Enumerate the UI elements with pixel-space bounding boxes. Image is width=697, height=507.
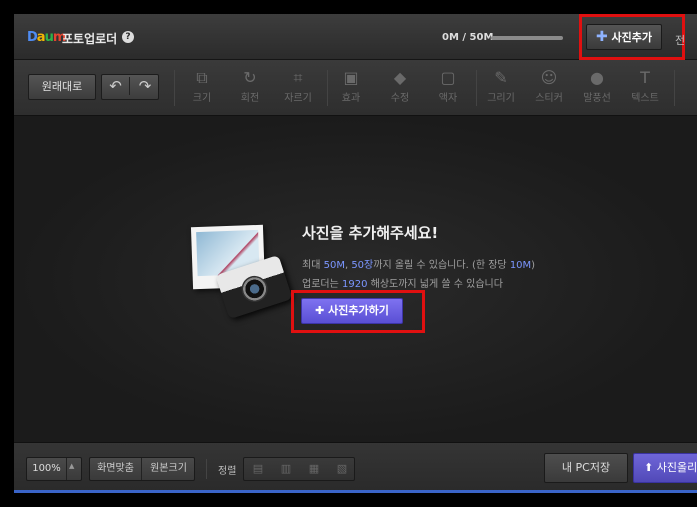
toolbar-divider xyxy=(476,70,477,106)
chevron-up-icon[interactable]: ▲ xyxy=(69,462,74,470)
save-to-pc-button[interactable]: 내 PC저장 xyxy=(544,453,628,483)
effect-icon: ▣ xyxy=(343,68,359,87)
tool-crop[interactable]: ⌗ 자르기 xyxy=(278,67,318,111)
toolbar-divider xyxy=(327,70,328,106)
tool-speech-bubble[interactable]: ● 말풍선 xyxy=(577,67,617,111)
resize-icon: ⧉ xyxy=(196,68,208,87)
zoom-value: 100% xyxy=(27,458,67,480)
align-label: 정렬 xyxy=(218,466,237,477)
help-icon[interactable]: ? xyxy=(122,31,134,43)
title-bar: Daum 포토업로더 ? 0M / 50M ✚ 사진추가 전 xyxy=(14,14,697,60)
align-grid-icon[interactable]: ▧ xyxy=(328,462,356,475)
tool-edit[interactable]: ◆ 수정 xyxy=(380,67,420,111)
highlight-box-main xyxy=(291,290,425,333)
text-icon: T xyxy=(640,68,650,87)
toolbar-divider xyxy=(674,70,675,106)
undo-icon[interactable]: ↶ xyxy=(102,77,130,95)
view-size-group: 화면맞춤 원본크기 xyxy=(89,457,195,481)
arrow-up-icon: ⬆ xyxy=(644,461,654,474)
undo-redo-group: ↶ ↷ xyxy=(101,74,159,100)
crop-icon: ⌗ xyxy=(293,68,303,87)
photo-canvas[interactable]: 사진을 추가해주세요! 최대 50M, 50장까지 올릴 수 있습니다. (한 … xyxy=(14,116,697,442)
align-right-icon[interactable]: ▦ xyxy=(300,462,328,475)
capacity-progress-bar xyxy=(491,36,563,40)
align-left-icon[interactable]: ▤ xyxy=(244,462,272,475)
original-size-button[interactable]: 원본크기 xyxy=(143,458,194,480)
window-bottom-accent xyxy=(14,490,697,493)
bottom-divider xyxy=(206,459,207,479)
photo-uploader-window: Daum 포토업로더 ? 0M / 50M ✚ 사진추가 전 원래대로 ↶ ↷ … xyxy=(14,14,697,493)
highlight-box-top xyxy=(579,14,685,60)
tool-resize[interactable]: ⧉ 크기 xyxy=(182,67,222,111)
upload-button[interactable]: ⬆ 사진올리기 xyxy=(633,453,697,483)
edit-toolbar: 원래대로 ↶ ↷ ⧉ 크기 ↻ 회전 ⌗ 자르기 ▣ 효과 ◆ 수정 ▢ 액자 ✎ 그리기 ☺… xyxy=(14,60,697,116)
zoom-select[interactable]: 100% ▲ xyxy=(26,457,82,481)
fit-screen-button[interactable]: 화면맞춤 xyxy=(90,458,142,480)
sticker-icon: ☺ xyxy=(540,68,558,87)
tool-sticker[interactable]: ☺ 스티커 xyxy=(529,67,569,111)
tool-frame[interactable]: ▢ 액자 xyxy=(428,67,468,111)
redo-icon[interactable]: ↷ xyxy=(131,77,159,95)
align-group: ▤ ▥ ▦ ▧ xyxy=(243,457,355,481)
app-title: 포토업로더 xyxy=(62,32,118,46)
capacity-text: 0M / 50M xyxy=(442,32,494,43)
limit-info-text: 최대 50M, 50장까지 올릴 수 있습니다. (한 장당 10M) xyxy=(302,260,536,271)
tool-rotate[interactable]: ↻ 회전 xyxy=(230,67,270,111)
eraser-icon: ◆ xyxy=(393,68,407,87)
truncated-button[interactable]: 전 xyxy=(675,32,685,48)
rotate-icon: ↻ xyxy=(243,68,257,87)
tool-text[interactable]: T 텍스트 xyxy=(625,67,665,111)
brush-icon: ✎ xyxy=(494,68,508,87)
empty-state-title: 사진을 추가해주세요! xyxy=(302,224,439,242)
daum-logo: Daum xyxy=(27,30,66,45)
bottom-bar: 100% ▲ 화면맞춤 원본크기 정렬 ▤ ▥ ▦ ▧ 내 PC저장 ⬆ 사진올… xyxy=(14,442,697,493)
align-center-icon[interactable]: ▥ xyxy=(272,462,300,475)
toolbar-divider xyxy=(174,70,175,106)
tool-draw[interactable]: ✎ 그리기 xyxy=(481,67,521,111)
restore-original-button[interactable]: 원래대로 xyxy=(28,74,96,100)
resolution-info-text: 업로더는 1920 해상도까지 넓게 쓸 수 있습니다 xyxy=(302,279,503,290)
speech-bubble-icon: ● xyxy=(590,68,604,87)
tool-effect[interactable]: ▣ 효과 xyxy=(331,67,371,111)
frame-icon: ▢ xyxy=(440,68,456,87)
